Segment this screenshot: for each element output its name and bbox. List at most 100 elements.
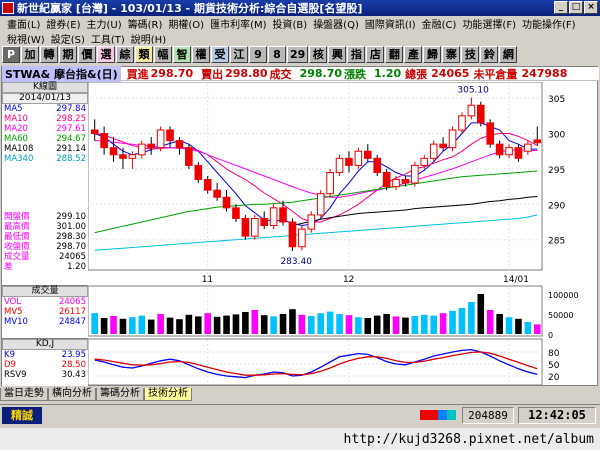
menu-item[interactable]: 匯市利率(M)	[207, 16, 269, 31]
toolbar-button[interactable]: 轉	[40, 45, 58, 63]
toolbar-button[interactable]: 興	[328, 45, 347, 63]
legend-value: 24065	[58, 297, 86, 307]
bottom-tab[interactable]: 技術分析	[144, 388, 192, 401]
legend-row: MA108 291.14	[2, 144, 88, 154]
candle-body	[279, 207, 287, 223]
volume-bar	[185, 314, 193, 334]
toolbar-button[interactable]: 選	[97, 45, 115, 63]
volume-bar	[364, 318, 372, 334]
menu-item[interactable]: 投資(B)	[270, 16, 311, 31]
menu-item[interactable]: 期權(O)	[165, 16, 207, 31]
high-label: 305.10	[457, 85, 489, 95]
ma-list: MA5 297.84 MA10 298.25 MA20 297.61 MA60 294.67 M…	[2, 104, 88, 164]
volume-bar	[213, 316, 221, 334]
legend-label: RSV9	[4, 370, 27, 380]
toolbar-button[interactable]: 技	[461, 45, 480, 63]
menu-item[interactable]: 畫面(L)	[4, 16, 43, 31]
volume-bar	[157, 314, 164, 334]
volume-bar	[119, 318, 127, 334]
legend-row: MA60 294.67	[2, 134, 88, 144]
minimize-button[interactable]: _	[554, 1, 568, 14]
volume-bar	[307, 316, 315, 334]
volume-bar	[345, 315, 353, 334]
bottom-tab[interactable]: 籌碼分析	[96, 388, 144, 401]
menu-bar: 畫面(L) 證券(E) 主力(U) 籌碼(R) 期權(O) 匯市利率(M) 投資(B) 操盤器…	[0, 16, 600, 46]
toolbar-button[interactable]: 類	[135, 45, 153, 63]
volume-bar	[91, 313, 99, 334]
symbol-label[interactable]: STWA& 摩台指&(日)	[2, 65, 121, 82]
toolbar-button[interactable]: 權	[192, 45, 210, 63]
legend-label: 開盤價	[4, 212, 30, 222]
legend-label: MV5	[4, 307, 23, 317]
toolbar-button[interactable]: 核	[309, 45, 328, 63]
toolbar-button[interactable]: 江	[230, 45, 248, 63]
toolbar-button[interactable]: 產	[404, 45, 423, 63]
volume-bar	[420, 314, 428, 334]
volume-bar	[194, 316, 202, 334]
signal-indicator	[420, 410, 456, 420]
toolbar-button[interactable]: 翻	[385, 45, 404, 63]
deal-label: 成交	[269, 67, 292, 81]
candle-body	[147, 143, 156, 149]
candle-body	[486, 122, 495, 145]
toolbar-button[interactable]: 期	[59, 45, 77, 63]
volume-bar	[383, 314, 390, 334]
legend-row: 開盤價 299.10	[2, 212, 88, 222]
legend-value: 24847	[58, 317, 86, 327]
volume-bar	[533, 324, 541, 334]
stock-chart[interactable]: 305 300 295 290 285 11 12 14/01 305.10 283.40 1000…	[88, 82, 598, 386]
candle-body	[345, 157, 353, 166]
toolbar-button[interactable]: 歸	[423, 45, 442, 63]
volume-bar	[100, 318, 108, 334]
legend-row: 收盤價 298.70	[2, 242, 88, 252]
bottom-tab[interactable]: 橫向分析	[48, 388, 96, 401]
volume-bar	[232, 314, 240, 334]
candle-body	[354, 150, 363, 166]
toolbar-button[interactable]: 幅	[154, 45, 172, 63]
toolbar-button[interactable]: 價	[78, 45, 96, 63]
menu-item[interactable]: 證券(E)	[43, 16, 83, 31]
toolbar-button[interactable]: 加	[21, 45, 39, 63]
toolbar-button[interactable]: 9	[249, 45, 267, 63]
toolbar-button[interactable]: 指	[347, 45, 366, 63]
legend-row: 成交量 24065	[2, 252, 88, 262]
maximize-button[interactable]: □	[569, 1, 583, 14]
legend-value: 301.00	[56, 222, 86, 232]
candle-body	[363, 150, 372, 159]
legend-label: 最低價	[4, 232, 30, 242]
legend-label: D9	[4, 360, 16, 370]
legend-label: MA60	[4, 134, 28, 144]
kd-tick-label: 80	[548, 349, 560, 359]
legend-label: MA10	[4, 114, 28, 124]
bottom-tab[interactable]: 當日走勢	[0, 388, 48, 401]
legend-label: 差	[4, 262, 13, 272]
candle-body	[298, 228, 306, 248]
toolbar-button[interactable]: 網	[499, 45, 518, 63]
legend-value: 297.84	[56, 104, 86, 114]
menu-item[interactable]: 操盤器(Q)	[310, 16, 362, 31]
toolbar-button[interactable]: 29	[287, 45, 309, 63]
menu-item[interactable]: 金融(C)	[419, 16, 460, 31]
volume-label: 總張	[405, 67, 428, 81]
volume-bar	[326, 311, 334, 334]
volume-ma-list: VOL 24065 MV5 26117 MV10 24847	[2, 297, 88, 327]
legend-value: 291.14	[56, 144, 86, 154]
menu-item[interactable]: 主力(U)	[84, 16, 125, 31]
volume-bar	[260, 315, 268, 334]
toolbar-button[interactable]: P	[2, 45, 20, 63]
status-brand: 精誠	[2, 407, 42, 424]
menu-item[interactable]: 功能選擇(F)	[459, 16, 519, 31]
menu-item[interactable]: 功能操作(F)	[519, 16, 579, 31]
volume-bar	[289, 309, 296, 334]
toolbar-button[interactable]: 智	[173, 45, 191, 63]
close-button[interactable]: ×	[584, 1, 598, 14]
candle-body	[100, 133, 108, 149]
toolbar-button[interactable]: 寨	[442, 45, 461, 63]
menu-item[interactable]: 國際資訊(I)	[362, 16, 419, 31]
toolbar-button[interactable]: 鈴	[480, 45, 499, 63]
toolbar-button[interactable]: 店	[366, 45, 385, 63]
toolbar-button[interactable]: 綜	[116, 45, 134, 63]
menu-item[interactable]: 籌碼(R)	[125, 16, 166, 31]
toolbar-button[interactable]: 受	[211, 45, 229, 63]
toolbar-button[interactable]: 8	[268, 45, 286, 63]
